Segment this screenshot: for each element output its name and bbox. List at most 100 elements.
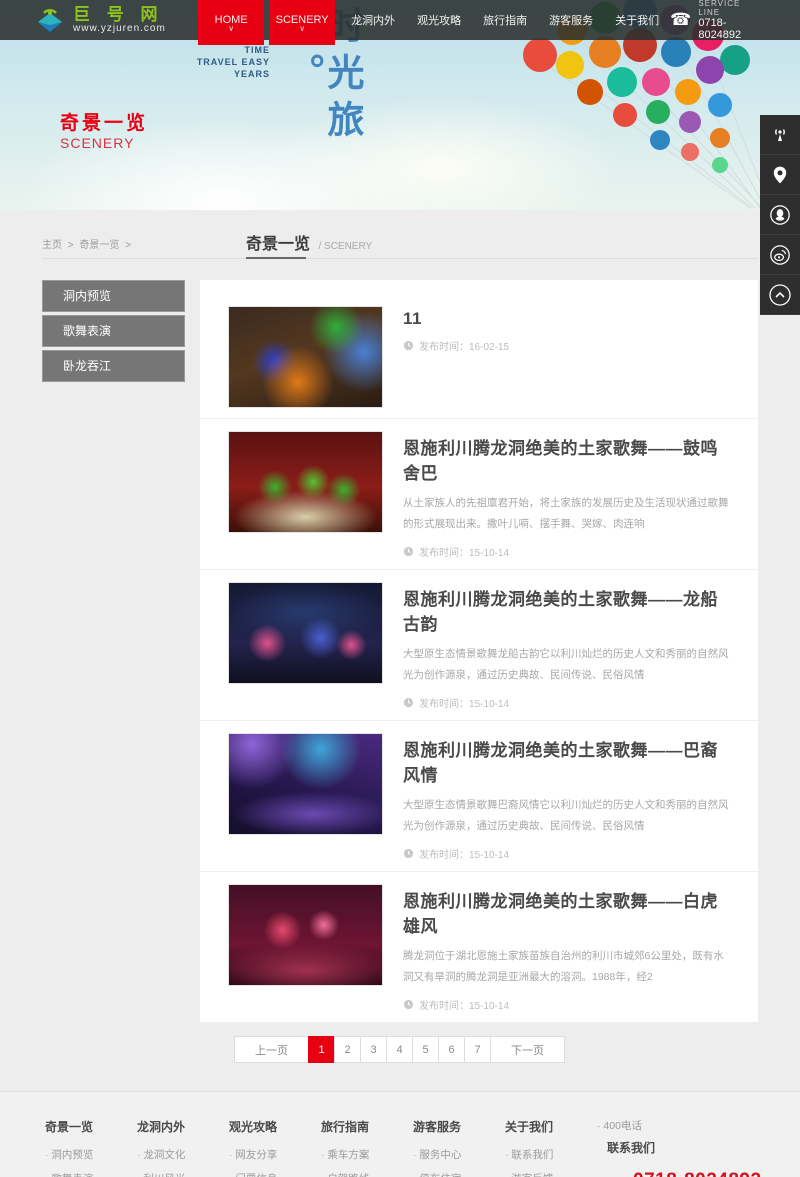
nav-item-about[interactable]: 关于我们	[604, 0, 670, 40]
article-date: 发布时间：15-10-14	[403, 544, 730, 559]
footer-contact: 400电话 联系我们 0718-8024892 客服电话	[597, 1118, 797, 1177]
sidebar: 洞内预览 歌舞表演 卧龙吞江	[42, 280, 185, 385]
chevron-down-icon: ∨	[299, 26, 305, 32]
pagination-next[interactable]: 下一页	[490, 1036, 565, 1063]
footer-link[interactable]: 乘车方案	[321, 1147, 413, 1162]
broadcast-icon	[770, 125, 790, 145]
footer-link[interactable]: 门票信息	[229, 1171, 321, 1177]
qq-icon	[769, 204, 791, 226]
floating-toolbar	[760, 115, 800, 315]
article-title[interactable]: 恩施利川腾龙洞绝美的土家歌舞——鼓鸣舍巴	[403, 434, 730, 484]
title-underline	[246, 257, 306, 259]
article-title[interactable]: 11	[403, 309, 730, 329]
main-content: 洞内预览 歌舞表演 卧龙吞江 11 发布时间：16-02-15 恩施利川腾龙洞绝…	[0, 259, 800, 1022]
hero-title: 奇景一览 SCENERY	[60, 108, 148, 151]
back-to-top-button[interactable]	[760, 275, 800, 315]
nav-menu: HOME ∨ SCENERY ∨ 龙洞内外 观光攻略 旅行指南 游客服务 关于我…	[198, 0, 670, 40]
chevron-down-icon: ∨	[228, 26, 234, 32]
hero-banner: 时光旅行。 TIME TRAVEL EASY YEARS 奇景一览 SCENER…	[0, 0, 800, 210]
page-subtitle: / SCENERY	[318, 241, 372, 252]
article-list: 11 发布时间：16-02-15 恩施利川腾龙洞绝美的土家歌舞——鼓鸣舍巴 从土…	[200, 280, 758, 1022]
weibo-button[interactable]	[760, 235, 800, 275]
article-row[interactable]: 恩施利川腾龙洞绝美的土家歌舞——鼓鸣舍巴 从土家族人的先祖廪君开始，将土家族的发…	[200, 419, 758, 570]
brand-text: 巨 号 网 www.yzjuren.com	[73, 7, 166, 34]
top-navigation: 巨 号 网 www.yzjuren.com HOME ∨ SCENERY ∨ 龙…	[0, 0, 800, 40]
brand-name: 巨 号 网	[73, 7, 166, 23]
article-thumbnail-cave[interactable]	[228, 306, 383, 408]
sidebar-item-wolong[interactable]: 卧龙吞江	[42, 350, 185, 382]
location-icon	[770, 165, 790, 185]
article-row[interactable]: 恩施利川腾龙洞绝美的土家歌舞——龙船古韵 大型原生态情景歌舞龙船古韵它以利川灿烂…	[200, 570, 758, 721]
phone-icon: ☎	[670, 10, 691, 30]
footer-column-scenery: 奇景一览 洞内预览 歌舞表演 卧龙吞江	[45, 1118, 137, 1177]
breadcrumb-row: 主页 > 奇景一览 > 奇景一览 / SCENERY	[42, 210, 758, 259]
footer-400-link[interactable]: 400电话	[597, 1118, 797, 1133]
pagination-page-3[interactable]: 3	[360, 1036, 387, 1063]
article-title[interactable]: 恩施利川腾龙洞绝美的土家歌舞——白虎雄风	[403, 887, 730, 937]
footer-link[interactable]: 网友分享	[229, 1147, 321, 1162]
nav-item-scenery[interactable]: SCENERY ∨	[269, 0, 335, 45]
brand-logo[interactable]: 巨 号 网 www.yzjuren.com	[35, 5, 198, 35]
footer-link[interactable]: 服务中心	[413, 1147, 505, 1162]
contact-phone-number[interactable]: 0718-8024892	[633, 1170, 762, 1177]
weibo-icon	[769, 244, 791, 266]
pagination-page-4[interactable]: 4	[386, 1036, 413, 1063]
article-summary: 腾龙洞位于湖北恩施土家族苗族自治州的利川市城郊6公里处，既有水洞又有旱洞的腾龙洞…	[403, 946, 730, 988]
breadcrumb-current[interactable]: 奇景一览	[79, 240, 119, 251]
pagination-page-6[interactable]: 6	[438, 1036, 465, 1063]
location-button[interactable]	[760, 155, 800, 195]
footer-link[interactable]: 洞内预览	[45, 1147, 137, 1162]
nav-item-lvxing[interactable]: 旅行指南	[472, 0, 538, 40]
clock-icon	[403, 999, 414, 1010]
hero-slogan: TIME TRAVEL EASY YEARS	[175, 44, 270, 80]
footer: 奇景一览 洞内预览 歌舞表演 卧龙吞江 龙洞内外 龙洞文化 利川风光 美食寻觅 …	[0, 1091, 800, 1177]
article-date: 发布时间：15-10-14	[403, 846, 730, 861]
clock-icon	[403, 340, 414, 351]
contact-title: 联系我们	[607, 1139, 797, 1156]
footer-link[interactable]: 自驾路线	[321, 1171, 413, 1177]
article-thumbnail-dance[interactable]	[228, 884, 383, 986]
pagination-page-1[interactable]: 1	[308, 1036, 335, 1063]
footer-link[interactable]: 歌舞表演	[45, 1171, 137, 1177]
nav-item-home[interactable]: HOME ∨	[198, 0, 264, 45]
clock-icon	[403, 848, 414, 859]
article-thumbnail-dance[interactable]	[228, 431, 383, 533]
nav-item-guanguang[interactable]: 观光攻略	[406, 0, 472, 40]
pagination-page-7[interactable]: 7	[464, 1036, 491, 1063]
footer-link[interactable]: 游客反馈	[505, 1171, 597, 1177]
qq-button[interactable]	[760, 195, 800, 235]
broadcast-button[interactable]	[760, 115, 800, 155]
nav-item-longdong[interactable]: 龙洞内外	[340, 0, 406, 40]
service-line: ☎ SERVICE LINE 0718-8024892	[670, 0, 760, 41]
footer-column-longdong: 龙洞内外 龙洞文化 利川风光 美食寻觅 景区公告 周边风景	[137, 1118, 229, 1177]
breadcrumb-separator: >	[68, 240, 74, 251]
sidebar-item-gewu[interactable]: 歌舞表演	[42, 315, 185, 347]
article-title[interactable]: 恩施利川腾龙洞绝美的土家歌舞——巴裔风情	[403, 736, 730, 786]
clock-icon	[403, 697, 414, 708]
contact-phone-row: 0718-8024892 客服电话	[599, 1170, 797, 1177]
footer-link[interactable]: 利川风光	[137, 1171, 229, 1177]
page-title: 奇景一览	[246, 236, 310, 253]
nav-item-youke[interactable]: 游客服务	[538, 0, 604, 40]
footer-link[interactable]: 停车住宿	[413, 1171, 505, 1177]
footer-link[interactable]: 龙洞文化	[137, 1147, 229, 1162]
pagination-page-5[interactable]: 5	[412, 1036, 439, 1063]
article-summary: 大型原生态情景歌舞巴裔风情它以利川灿烂的历史人文和秀丽的自然风光为创作源泉，通过…	[403, 795, 730, 837]
article-title[interactable]: 恩施利川腾龙洞绝美的土家歌舞——龙船古韵	[403, 585, 730, 635]
footer-column-youke: 游客服务 服务中心 停车住宿	[413, 1118, 505, 1177]
phone-icon	[599, 1172, 623, 1177]
article-date: 发布时间：15-10-14	[403, 695, 730, 710]
breadcrumb: 主页 > 奇景一览 >	[42, 236, 134, 251]
article-row[interactable]: 11 发布时间：16-02-15	[200, 294, 758, 419]
footer-column-about: 关于我们 联系我们 游客反馈	[505, 1118, 597, 1177]
article-thumbnail-dance[interactable]	[228, 582, 383, 684]
article-summary: 大型原生态情景歌舞龙船古韵它以利川灿烂的历史人文和秀丽的自然风光为创作源泉，通过…	[403, 644, 730, 686]
article-thumbnail-stage[interactable]	[228, 733, 383, 835]
article-row[interactable]: 恩施利川腾龙洞绝美的土家歌舞——巴裔风情 大型原生态情景歌舞巴裔风情它以利川灿烂…	[200, 721, 758, 872]
pagination-prev[interactable]: 上一页	[234, 1036, 309, 1063]
pagination-page-2[interactable]: 2	[334, 1036, 361, 1063]
breadcrumb-home[interactable]: 主页	[42, 240, 62, 251]
article-row[interactable]: 恩施利川腾龙洞绝美的土家歌舞——白虎雄风 腾龙洞位于湖北恩施土家族苗族自治州的利…	[200, 872, 758, 1022]
footer-link[interactable]: 联系我们	[505, 1147, 597, 1162]
sidebar-item-dongnei[interactable]: 洞内预览	[42, 280, 185, 312]
